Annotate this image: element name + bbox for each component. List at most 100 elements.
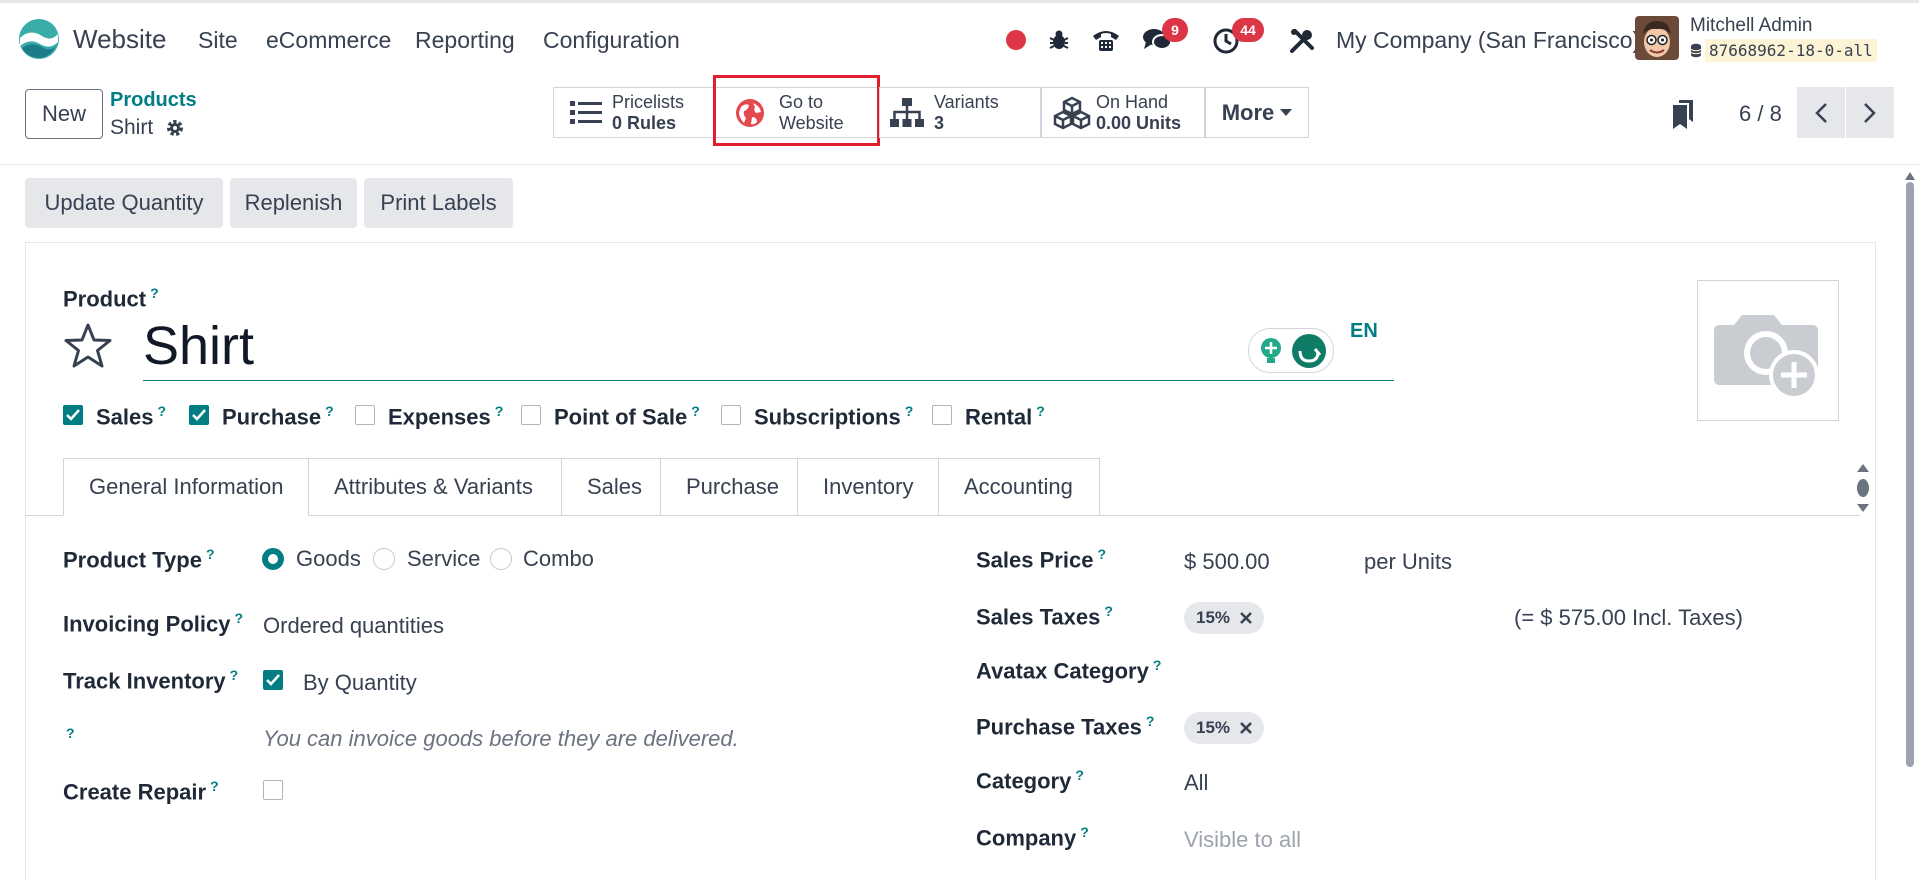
variants-label: Variants — [934, 91, 999, 112]
sales-tax-tag[interactable]: 15% — [1184, 602, 1265, 634]
remove-icon[interactable] — [1240, 722, 1252, 734]
pager-previous-button[interactable] — [1797, 87, 1845, 138]
menu-ecommerce[interactable]: eCommerce — [266, 27, 391, 54]
purchase-checkbox[interactable] — [189, 405, 209, 425]
website-app-icon[interactable] — [18, 18, 60, 60]
product-type-label: Product Type? — [63, 546, 215, 573]
purchase-tax-tag[interactable]: 15% — [1184, 712, 1265, 744]
company-switcher[interactable]: My Company (San Francisco) — [1336, 27, 1640, 54]
record-icon[interactable] — [1006, 30, 1026, 50]
assistant-logo-icon[interactable] — [1291, 333, 1327, 369]
product-name-underline — [143, 380, 1394, 381]
on-hand-value: 0.00 Units — [1096, 112, 1182, 133]
sales-checkbox[interactable] — [63, 405, 83, 425]
create-repair-label: Create Repair? — [63, 778, 219, 805]
point-of-sale-checkbox[interactable] — [521, 405, 541, 425]
pager-next-button[interactable] — [1846, 87, 1894, 138]
tab-general-information[interactable]: General Information — [63, 458, 309, 516]
tab-accounting[interactable]: Accounting — [939, 458, 1100, 516]
menu-site[interactable]: Site — [198, 27, 238, 54]
activities-badge: 44 — [1232, 18, 1264, 42]
combo-radio[interactable] — [490, 548, 512, 570]
subscriptions-checkbox-label: Subscriptions? — [754, 403, 914, 430]
scroll-up-icon[interactable] — [1905, 172, 1915, 180]
tab-purchase[interactable]: Purchase — [661, 458, 798, 516]
bookmark-icon[interactable] — [1671, 100, 1695, 130]
user-name[interactable]: Mitchell Admin — [1690, 15, 1813, 37]
main-navbar: Website Site eCommerce Reporting Configu… — [0, 3, 1919, 75]
expenses-checkbox[interactable] — [355, 405, 375, 425]
rental-checkbox-label: Rental? — [965, 403, 1045, 430]
breadcrumb-products[interactable]: Products — [110, 89, 197, 112]
chevron-left-icon — [1815, 102, 1827, 123]
invoicing-policy-select[interactable]: Ordered quantities — [263, 613, 444, 639]
pricelists-smart-button[interactable]: Pricelists 0 Rules — [553, 87, 714, 138]
company-select[interactable]: Visible to all — [1184, 827, 1301, 853]
menu-reporting[interactable]: Reporting — [415, 27, 515, 54]
product-name-input[interactable]: Shirt — [143, 315, 254, 377]
bulb-icon[interactable] — [1259, 337, 1283, 365]
sales-taxes-label: Sales Taxes? — [976, 603, 1113, 630]
tab-sales[interactable]: Sales — [562, 458, 661, 516]
variants-smart-button[interactable]: Variants 3 — [879, 87, 1041, 138]
new-button[interactable]: New — [25, 89, 103, 139]
product-image[interactable] — [1697, 280, 1839, 421]
sales-price-input[interactable]: $ 500.00 — [1184, 549, 1270, 575]
bug-icon[interactable] — [1048, 29, 1070, 51]
scrollbar-thumb[interactable] — [1906, 182, 1914, 767]
check-icon — [66, 409, 80, 421]
goods-radio[interactable] — [262, 548, 284, 570]
notebook-tabs: General Information Attributes & Variant… — [63, 458, 1100, 516]
track-inventory-method[interactable]: By Quantity — [303, 670, 417, 696]
purchase-checkbox-label: Purchase? — [222, 403, 334, 430]
goods-radio-label: Goods — [296, 546, 361, 571]
tools-icon[interactable] — [1289, 28, 1315, 54]
check-icon — [266, 674, 280, 686]
combo-radio-label: Combo — [523, 546, 594, 571]
menu-configuration[interactable]: Configuration — [543, 27, 680, 54]
track-inventory-checkbox[interactable] — [263, 670, 283, 690]
more-button[interactable]: More — [1205, 87, 1309, 138]
database-icon — [1690, 43, 1702, 58]
product-label: Product? — [63, 285, 159, 312]
language-button[interactable]: EN — [1350, 320, 1378, 343]
service-radio[interactable] — [373, 548, 395, 570]
print-labels-button[interactable]: Print Labels — [364, 178, 513, 228]
chevron-right-icon — [1864, 102, 1876, 123]
writing-assistant-widget[interactable] — [1248, 328, 1334, 373]
pager-value[interactable]: 6 / 8 — [1739, 101, 1782, 127]
messages-badge: 9 — [1162, 18, 1188, 42]
phone-icon[interactable] — [1091, 27, 1121, 53]
incl-taxes-text: (= $ 575.00 Incl. Taxes) — [1514, 605, 1743, 630]
category-select[interactable]: All — [1184, 770, 1208, 796]
gear-icon[interactable] — [165, 118, 185, 138]
database-name: 87668962-18-0-all — [1705, 39, 1877, 62]
rental-checkbox[interactable] — [932, 405, 952, 425]
caret-down-icon — [1280, 108, 1293, 116]
expenses-checkbox-label: Expenses? — [388, 403, 504, 430]
favorite-star-icon[interactable] — [63, 322, 113, 370]
user-avatar[interactable] — [1635, 16, 1679, 60]
subscriptions-checkbox[interactable] — [721, 405, 741, 425]
app-name[interactable]: Website — [73, 24, 166, 55]
list-icon — [570, 100, 602, 124]
replenish-button[interactable]: Replenish — [230, 178, 357, 228]
on-hand-smart-button[interactable]: On Hand 0.00 Units — [1041, 87, 1205, 138]
tab-inventory[interactable]: Inventory — [798, 458, 939, 516]
avatax-category-label: Avatax Category? — [976, 657, 1162, 684]
track-inventory-label: Track Inventory? — [63, 667, 239, 694]
update-quantity-button[interactable]: Update Quantity — [25, 178, 223, 228]
remove-icon[interactable] — [1240, 612, 1252, 624]
purchase-taxes-label: Purchase Taxes? — [976, 713, 1155, 740]
scrollbar[interactable] — [1903, 170, 1917, 880]
on-hand-label: On Hand — [1096, 91, 1169, 112]
pricelists-label: Pricelists — [612, 91, 685, 112]
tab-attributes-variants[interactable]: Attributes & Variants — [309, 458, 562, 516]
tabs-scroll-icon[interactable] — [1855, 462, 1871, 514]
camera-add-icon — [1714, 315, 1819, 400]
cubes-icon — [1053, 96, 1091, 129]
sales-price-label: Sales Price? — [976, 546, 1106, 573]
more-label: More — [1221, 99, 1275, 125]
create-repair-checkbox[interactable] — [263, 780, 283, 800]
hint-help-mark[interactable]: ? — [66, 725, 75, 741]
